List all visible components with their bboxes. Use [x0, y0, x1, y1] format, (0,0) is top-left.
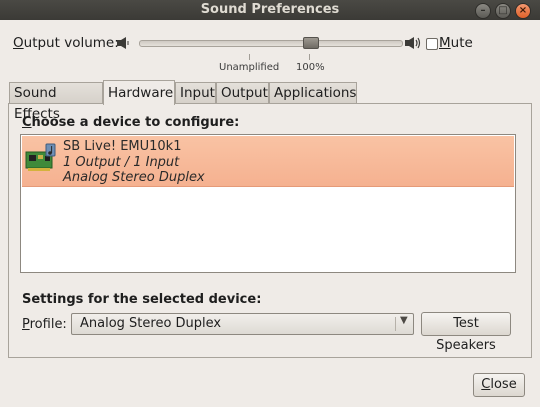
unamplified-label: Unamplified [219, 62, 280, 73]
maximize-button[interactable]: □ [495, 3, 511, 19]
settings-heading: Settings for the selected device: [22, 292, 262, 307]
mute-checkbox[interactable] [426, 38, 438, 50]
full-volume-label: 100% [296, 62, 325, 73]
unamplified-mark [249, 54, 250, 60]
profile-select-value: Analog Stereo Duplex [80, 316, 222, 331]
chevron-down-icon: ▼ [400, 315, 408, 326]
test-speakers-button[interactable]: Test Speakers [421, 312, 511, 353]
speaker-low-icon [117, 37, 129, 49]
sound-card-icon [25, 143, 56, 171]
device-row[interactable]: SB Live! EMU10k1 1 Output / 1 Input Anal… [22, 136, 514, 187]
tab-sound-effects[interactable]: Sound Effects [9, 82, 103, 122]
tab-hardware[interactable]: Hardware [103, 80, 175, 105]
device-name: SB Live! EMU10k1 [63, 139, 182, 154]
close-window-button[interactable]: × [515, 3, 531, 19]
tab-output[interactable]: Output [216, 82, 269, 103]
profile-label: Profile: [22, 317, 67, 332]
profile-select[interactable]: Analog Stereo Duplex ▼ [71, 313, 414, 335]
close-button[interactable]: Close [473, 373, 525, 397]
device-profile: Analog Stereo Duplex [63, 170, 205, 185]
combo-separator [395, 317, 396, 331]
output-volume-label: Output volume: [13, 35, 119, 51]
full-volume-mark [309, 54, 310, 60]
window-title: Sound Preferences [200, 2, 340, 17]
choose-device-heading: Choose a device to configure: [22, 115, 240, 130]
device-list[interactable]: SB Live! EMU10k1 1 Output / 1 Input Anal… [20, 134, 516, 273]
tab-input[interactable]: Input [175, 82, 216, 103]
device-io: 1 Output / 1 Input [63, 155, 180, 170]
volume-slider-track[interactable] [139, 40, 403, 47]
volume-slider-thumb[interactable] [302, 37, 319, 49]
speaker-high-icon [405, 37, 421, 49]
title-bar: Sound Preferences – □ × [0, 0, 540, 20]
mute-label[interactable]: Mute [439, 35, 473, 51]
minimize-button[interactable]: – [475, 3, 491, 19]
tab-applications[interactable]: Applications [269, 82, 357, 103]
